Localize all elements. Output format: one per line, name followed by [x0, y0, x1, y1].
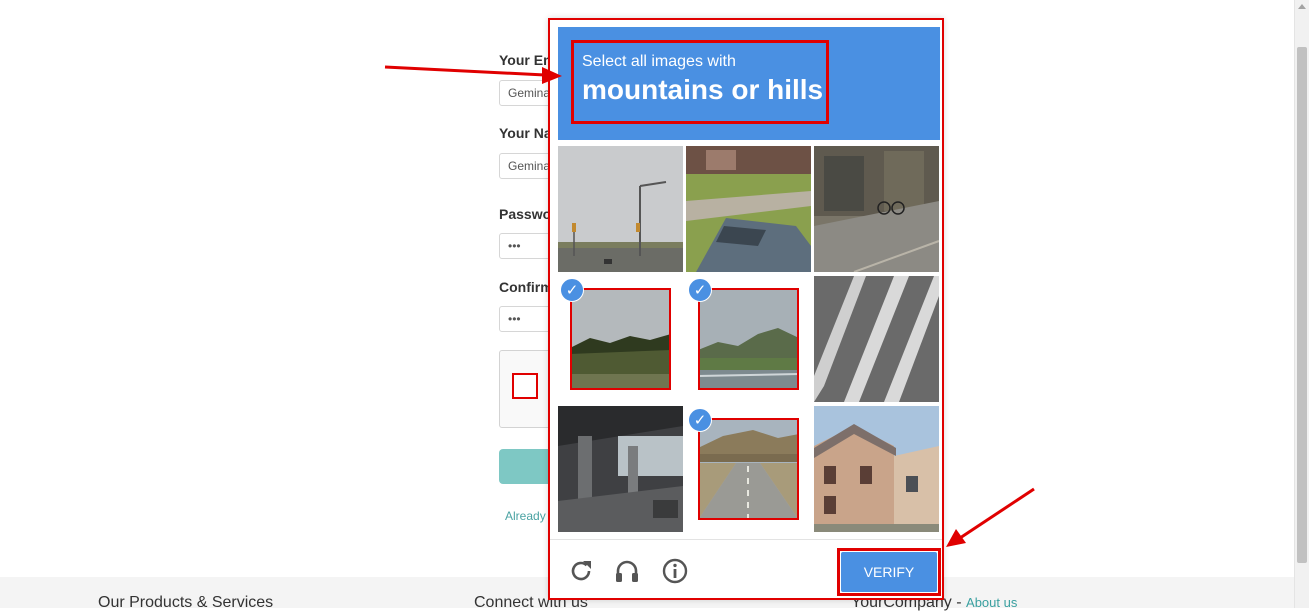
tile-1-road-traffic-lights[interactable] [558, 146, 683, 272]
tile-4-field-trees[interactable]: ✓ [558, 276, 683, 402]
confirm-password-label: Confirm [499, 279, 553, 295]
challenge-footer: VERIFY [550, 539, 942, 599]
headphones-icon[interactable] [613, 557, 641, 585]
challenge-header: Select all images with mountains or hill… [558, 27, 940, 140]
selected-tile-highlight [698, 418, 799, 520]
captcha-checkbox[interactable] [512, 373, 538, 399]
reload-icon[interactable] [567, 557, 595, 585]
footer-products-heading: Our Products & Services [98, 594, 274, 611]
tile-7-overpass[interactable] [558, 406, 683, 532]
scroll-up-arrow-icon[interactable] [1298, 4, 1306, 9]
checkmark-icon: ✓ [560, 278, 584, 302]
already-account-link[interactable]: Already [505, 509, 546, 523]
prompt-intro: Select all images with [582, 53, 736, 70]
selected-tile-highlight [698, 288, 799, 390]
prompt-target: mountains or hills [582, 74, 824, 105]
tile-5-hills-highway[interactable]: ✓ [686, 276, 811, 402]
name-label: Your Na [499, 125, 552, 141]
tile-3-storefront-bicycle[interactable] [814, 146, 939, 272]
checkmark-icon: ✓ [688, 408, 712, 432]
scroll-thumb[interactable] [1297, 47, 1307, 563]
selected-tile-highlight [570, 288, 671, 390]
info-icon[interactable] [661, 557, 689, 585]
tile-8-mountain-road[interactable]: ✓ [686, 406, 811, 532]
image-challenge-dialog: Select all images with mountains or hill… [548, 18, 944, 600]
page-scrollbar[interactable] [1294, 0, 1309, 608]
tile-9-house[interactable] [814, 406, 939, 532]
verify-button[interactable]: VERIFY [841, 552, 937, 592]
tile-2-parked-car[interactable] [686, 146, 811, 272]
tile-6-crosswalk[interactable] [814, 276, 939, 402]
checkmark-icon: ✓ [688, 278, 712, 302]
arrow-to-verify-icon [946, 487, 1035, 547]
password-label: Passwo [499, 206, 552, 222]
